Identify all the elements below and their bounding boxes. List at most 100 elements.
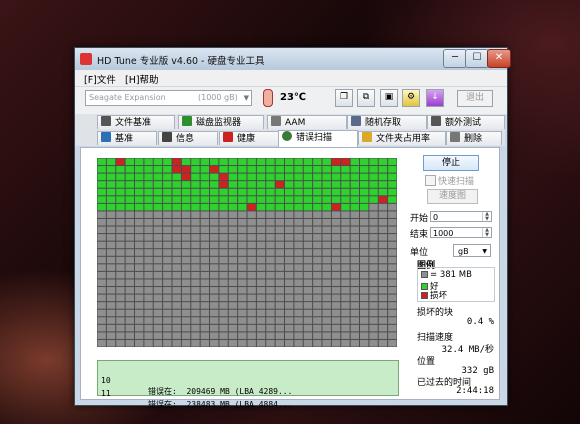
block-unscanned: [331, 249, 341, 256]
block-unscanned: [200, 294, 210, 302]
block-unscanned: [125, 241, 135, 249]
start-input[interactable]: 0 ▲ ▼: [430, 211, 492, 222]
block-ok: [341, 196, 350, 203]
block-ok: [238, 181, 247, 188]
block-unscanned: [331, 271, 341, 279]
block-unscanned: [191, 241, 200, 249]
minimize-button[interactable]: ─: [443, 49, 467, 68]
block-unscanned: [210, 226, 219, 234]
block-unscanned: [172, 271, 181, 279]
block-unscanned: [285, 287, 294, 294]
block-unscanned: [153, 241, 163, 249]
block-unscanned: [369, 249, 378, 256]
block-unscanned: [247, 287, 256, 294]
block-unscanned: [163, 317, 172, 324]
block-unscanned: [247, 264, 256, 271]
block-unscanned: [322, 279, 331, 287]
block-unscanned: [266, 218, 275, 226]
block-unscanned: [247, 324, 256, 332]
drive-select[interactable]: Seagate Expansion (1000 gB) ▼: [85, 90, 252, 106]
block-ok: [378, 181, 388, 188]
block-unscanned: [97, 294, 106, 302]
tab-error-scan[interactable]: 错误扫描: [278, 130, 358, 147]
block-unscanned: [266, 241, 275, 249]
menu-help[interactable]: [H]帮助: [125, 72, 159, 86]
block-unscanned: [106, 226, 116, 234]
block-unscanned: [294, 241, 303, 249]
block-unscanned: [378, 339, 388, 347]
block-unscanned: [322, 264, 331, 271]
block-unscanned: [388, 324, 397, 332]
spin-arrows-icon[interactable]: ▲ ▼: [482, 228, 491, 238]
legend-box: = 381 MB 好 损坏: [417, 267, 495, 302]
block-bad: [210, 166, 219, 173]
block-unscanned: [294, 332, 303, 339]
tab-folder-usage[interactable]: 文件夹占用率: [358, 131, 446, 145]
block-unscanned: [294, 218, 303, 226]
scan-speed-value: 32.4 MB/秒: [441, 345, 494, 355]
file-benchmark-icon: [101, 116, 111, 126]
maximize-button[interactable]: ☐: [465, 49, 489, 68]
block-unscanned: [378, 256, 388, 264]
block-unscanned: [313, 218, 322, 226]
options-icon[interactable]: ⚙: [402, 89, 420, 107]
copy-screen-icon[interactable]: ⧉: [357, 89, 375, 107]
block-unscanned: [181, 264, 191, 271]
block-ok: [238, 158, 247, 166]
tab-disk-monitor[interactable]: 磁盘监视器: [178, 115, 264, 129]
tab-benchmark[interactable]: 基准: [97, 131, 157, 145]
block-unscanned: [360, 324, 369, 332]
spin-arrows-icon[interactable]: ▲ ▼: [482, 212, 491, 222]
error-log[interactable]: 10 错误在: 209469 MB (LBA 4289... 11 错误在: 2…: [97, 360, 399, 409]
copy-icon[interactable]: ❐: [335, 89, 353, 107]
block-unscanned: [378, 234, 388, 241]
tab-extra-tests[interactable]: 额外测试: [427, 115, 505, 129]
exit-button[interactable]: 退出: [457, 90, 493, 107]
tab-info[interactable]: 信息: [158, 131, 218, 145]
menu-bar: [F]文件 [H]帮助: [75, 70, 507, 86]
block-unscanned: [191, 256, 200, 264]
block-unscanned: [191, 287, 200, 294]
block-ok: [106, 158, 116, 166]
title-bar[interactable]: HD Tune 专业版 v4.60 - 硬盘专业工具 ─ ☐ ✕: [75, 48, 511, 70]
block-ok: [256, 166, 266, 173]
unit-select[interactable]: gB ▼: [453, 244, 491, 257]
stop-button[interactable]: 停止: [423, 155, 479, 171]
tab-random-access[interactable]: 随机存取: [347, 115, 427, 129]
block-unscanned: [97, 241, 106, 249]
block-unscanned: [153, 287, 163, 294]
block-unscanned: [181, 287, 191, 294]
tab-health[interactable]: 健康: [219, 131, 279, 145]
block-unscanned: [106, 339, 116, 347]
block-unscanned: [181, 279, 191, 287]
tab-file-benchmark[interactable]: 文件基准: [97, 115, 175, 129]
block-unscanned: [275, 317, 285, 324]
download-icon[interactable]: ↓: [426, 89, 444, 107]
block-unscanned: [313, 294, 322, 302]
block-unscanned: [116, 317, 125, 324]
block-ok: [303, 188, 313, 196]
tab-delete[interactable]: 删除: [446, 131, 502, 145]
block-unscanned: [313, 264, 322, 271]
block-unscanned: [125, 324, 135, 332]
save-icon[interactable]: ▣: [380, 89, 398, 107]
block-unscanned: [360, 249, 369, 256]
block-unscanned: [350, 264, 360, 271]
end-input[interactable]: 1000 ▲ ▼: [430, 227, 492, 238]
tab-aam[interactable]: AAM: [267, 115, 347, 129]
block-ok: [378, 166, 388, 173]
block-unscanned: [153, 317, 163, 324]
block-unscanned: [247, 249, 256, 256]
menu-file[interactable]: [F]文件: [84, 72, 116, 86]
speed-map-button[interactable]: 速度图: [427, 189, 478, 204]
block-unscanned: [181, 226, 191, 234]
block-ok: [369, 188, 378, 196]
block-unscanned: [256, 332, 266, 339]
tab-row-1: 文件基准 磁盘监视器 AAM 随机存取 额外测试: [75, 114, 505, 130]
block-unscanned: [106, 271, 116, 279]
block-unscanned: [303, 287, 313, 294]
quick-scan-checkbox[interactable]: [425, 175, 436, 186]
block-unscanned: [163, 332, 172, 339]
close-button[interactable]: ✕: [487, 49, 511, 68]
block-unscanned: [181, 324, 191, 332]
